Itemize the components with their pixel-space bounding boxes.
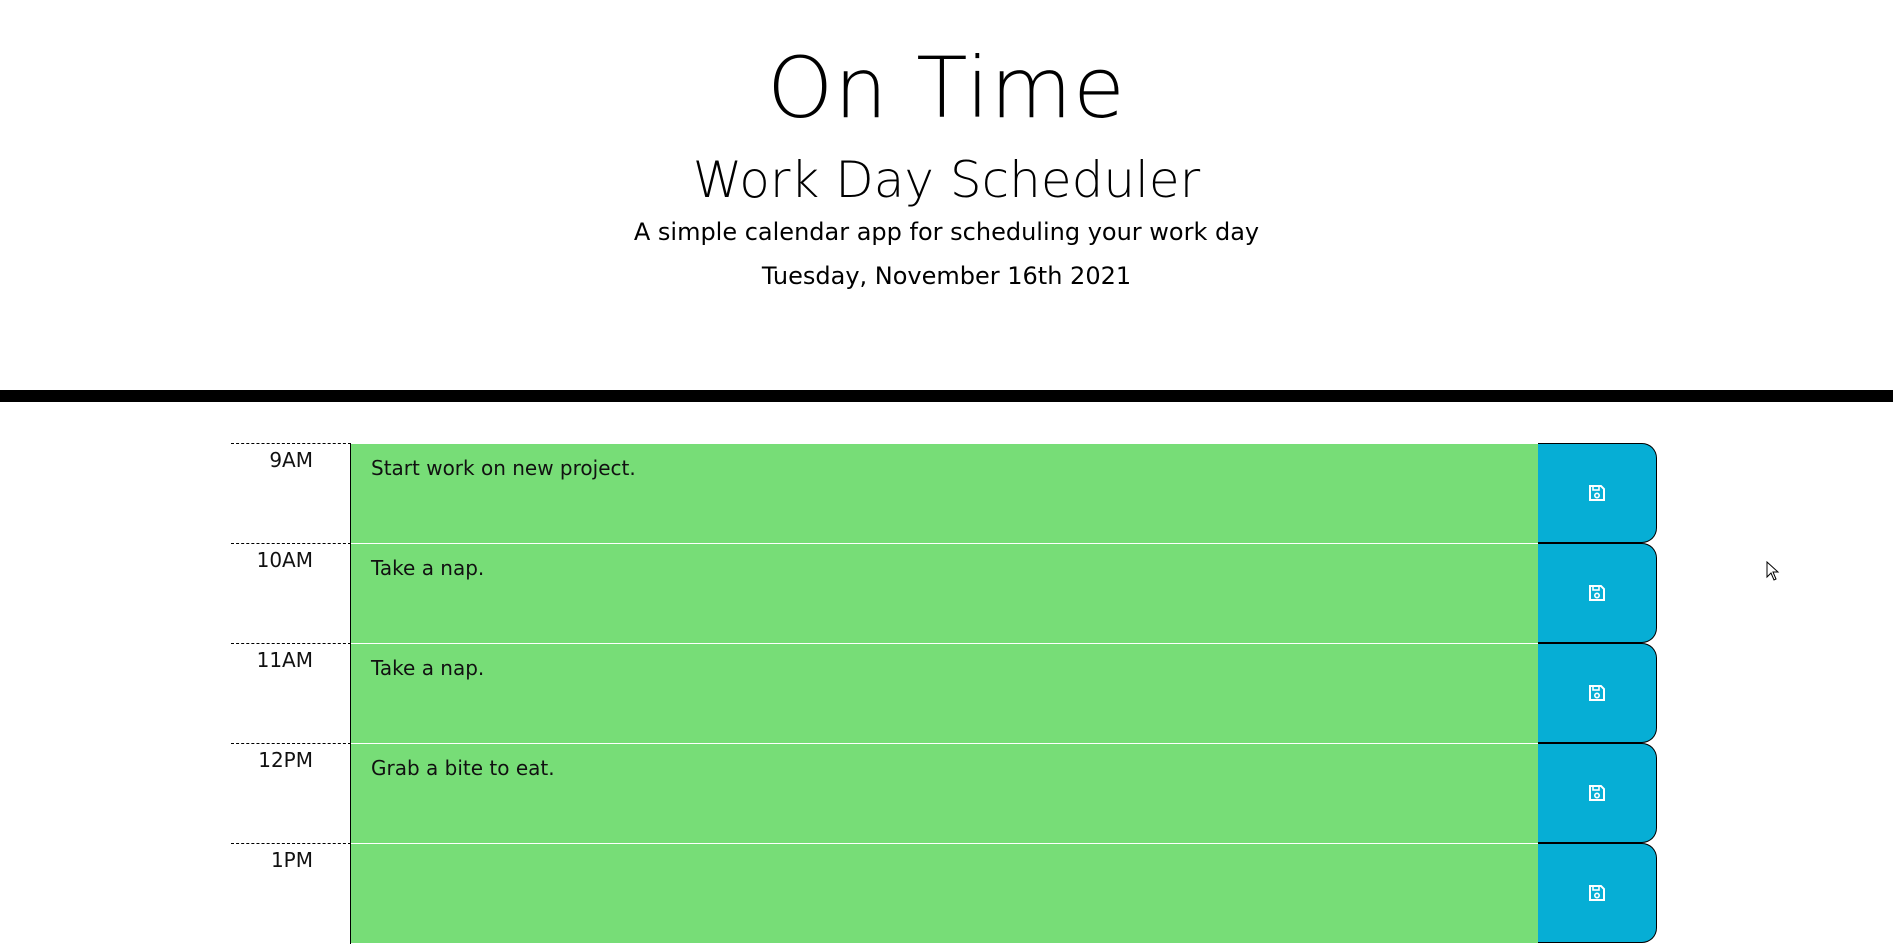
floppy-disk-icon [1588,484,1606,502]
current-day: Tuesday, November 16th 2021 [761,262,1132,290]
time-block-11am: 11AM Take a nap. [231,643,1657,744]
description-textarea[interactable]: Take a nap. [351,643,1538,743]
hour-label: 1PM [231,843,351,944]
header-divider [0,390,1893,402]
time-block-1pm: 1PM [231,843,1657,944]
description-textarea[interactable] [351,843,1538,943]
description-textarea[interactable]: Grab a bite to eat. [351,743,1538,843]
hour-label: 10AM [231,543,351,644]
time-block-9am: 9AM Start work on new project. [231,443,1657,544]
time-block-12pm: 12PM Grab a bite to eat. [231,743,1657,844]
description-textarea[interactable]: Take a nap. [351,543,1538,643]
save-button[interactable] [1538,843,1657,943]
hour-label: 12PM [231,743,351,844]
hour-label: 9AM [231,443,351,544]
time-block-10am: 10AM Take a nap. [231,543,1657,644]
description-textarea[interactable]: Start work on new project. [351,443,1538,543]
floppy-disk-icon [1588,884,1606,902]
app-description: A simple calendar app for scheduling you… [633,218,1260,246]
hour-label: 11AM [231,643,351,744]
save-button[interactable] [1538,743,1657,843]
app-subtitle: Work Day Scheduler [692,151,1201,209]
save-button[interactable] [1538,443,1657,543]
floppy-disk-icon [1588,584,1606,602]
floppy-disk-icon [1588,784,1606,802]
mouse-pointer-icon [1766,560,1780,585]
save-button[interactable] [1538,543,1657,643]
floppy-disk-icon [1588,684,1606,702]
app-title: On Time [767,39,1126,137]
save-button[interactable] [1538,643,1657,743]
header: On Time Work Day Scheduler A simple cale… [0,0,1893,390]
